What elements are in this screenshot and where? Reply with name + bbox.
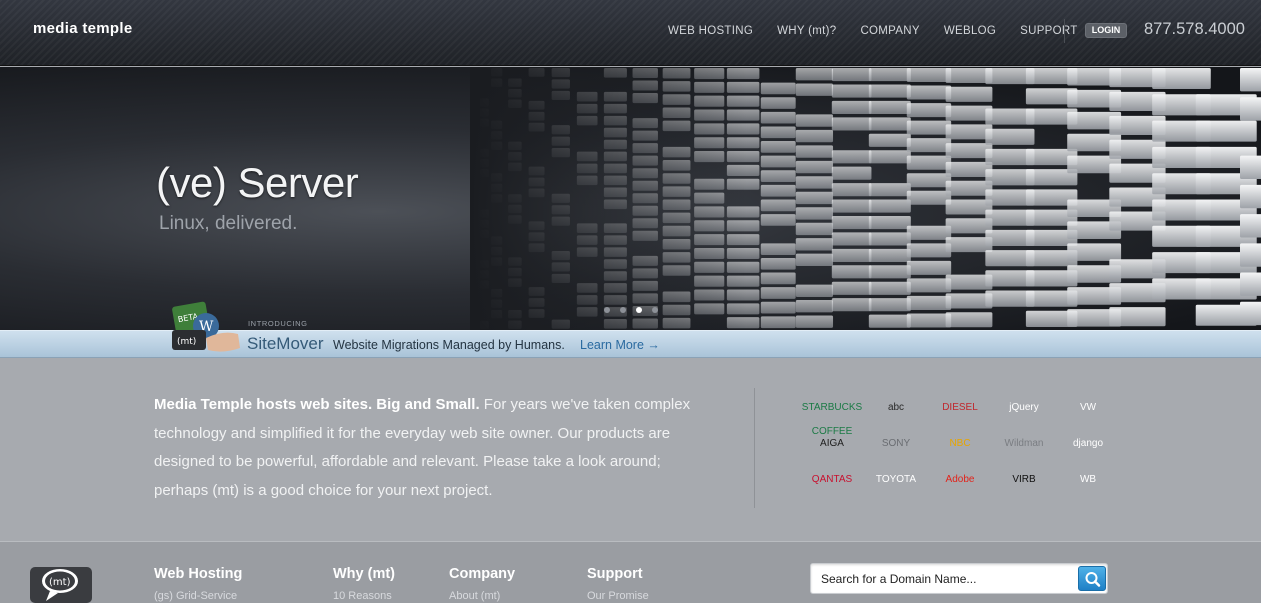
media-temple-logo[interactable]: media temple	[33, 20, 132, 37]
client-logo-nbc: NBC	[949, 438, 971, 449]
nav-web-hosting[interactable]: WEB HOSTING	[668, 25, 753, 37]
footer-link[interactable]: 10 Reasons	[333, 590, 395, 602]
client-logo-vw: VW	[1079, 402, 1097, 413]
footer-col-why-mt: Why (mt) 10 Reasons	[333, 566, 395, 602]
hero-banner[interactable]: (ve) Server Linux, delivered.	[0, 67, 1261, 330]
svg-text:(mt): (mt)	[49, 577, 71, 588]
nav-weblog[interactable]: WEBLOG	[944, 25, 996, 37]
footer-col-company: Company About (mt)	[449, 566, 515, 602]
client-logo-jquery: jQuery	[1009, 402, 1039, 413]
footer-link[interactable]: About (mt)	[449, 590, 515, 602]
nav-why-mt[interactable]: WHY (mt)?	[777, 25, 836, 37]
sitemover-title[interactable]: SiteMover	[247, 334, 324, 354]
footer-heading[interactable]: Why (mt)	[333, 566, 395, 582]
intro-lead: Media Temple hosts web sites. Big and Sm…	[154, 396, 480, 413]
phone-number: 877.578.4000	[1144, 20, 1245, 38]
slide-dot[interactable]	[652, 307, 658, 313]
intro-text: Media Temple hosts web sites. Big and Sm…	[154, 391, 714, 505]
client-logo-aiga: AIGA	[820, 438, 844, 449]
client-logo-wildman: Wildman	[1004, 438, 1044, 449]
slide-dot[interactable]	[604, 307, 610, 313]
slide-indicator	[604, 307, 658, 313]
content-divider	[754, 388, 755, 508]
nav-company[interactable]: COMPANY	[860, 25, 919, 37]
sitemover-tagline: Website Migrations Managed by Humans.	[333, 338, 565, 352]
sitemover-icon: BETA W (mt)	[172, 301, 240, 352]
slide-dot[interactable]	[620, 307, 626, 313]
footer-heading[interactable]: Web Hosting	[154, 566, 242, 582]
footer-col-web-hosting: Web Hosting (gs) Grid-Service	[154, 566, 242, 602]
footer-heading[interactable]: Company	[449, 566, 515, 582]
introducing-label: INTRODUCING	[248, 319, 308, 328]
client-logo-abc: abc	[887, 402, 905, 413]
client-logo-toyota: TOYOTA	[875, 474, 917, 485]
client-logo-qantas: QANTAS	[811, 474, 853, 485]
search-icon	[1085, 572, 1101, 587]
client-logo-starbucks-coffee: STARBUCKS COFFEE	[801, 402, 863, 437]
client-logo-sony: SONY	[881, 438, 911, 449]
client-logos: STARBUCKS COFFEE abc DIESEL jQuery VW AIGA SON…	[800, 396, 1120, 506]
slide-dot[interactable]	[636, 307, 642, 313]
svg-text:(mt): (mt)	[177, 337, 196, 347]
client-logo-django: django	[1072, 438, 1104, 449]
footer-col-support: Support Our Promise	[587, 566, 649, 602]
hero-title: (ve) Server	[156, 159, 359, 206]
client-logo-diesel: DIESEL	[942, 402, 978, 413]
mt-chat-icon[interactable]: (mt)	[30, 567, 92, 603]
footer-link[interactable]: (gs) Grid-Service	[154, 590, 242, 602]
nav-divider	[1064, 19, 1065, 43]
main-nav: WEB HOSTING WHY (mt)? COMPANY WEBLOG SUP…	[668, 25, 1102, 37]
domain-search-input[interactable]	[821, 571, 1071, 587]
learn-more-link[interactable]: Learn More →	[580, 338, 660, 352]
nav-support[interactable]: SUPPORT	[1020, 25, 1077, 37]
search-button[interactable]	[1078, 566, 1106, 591]
client-logo-wb: WB	[1079, 474, 1097, 485]
hero-subtitle: Linux, delivered.	[159, 213, 298, 234]
footer-heading[interactable]: Support	[587, 566, 649, 582]
top-nav-bar: media temple WEB HOSTING WHY (mt)? COMPA…	[0, 0, 1261, 66]
footer-link[interactable]: Our Promise	[587, 590, 649, 602]
domain-search-box	[810, 563, 1108, 594]
login-button[interactable]: LOGIN	[1085, 23, 1127, 38]
client-logo-adobe: Adobe	[945, 474, 975, 485]
client-logo-virb: VIRB	[1012, 474, 1036, 485]
